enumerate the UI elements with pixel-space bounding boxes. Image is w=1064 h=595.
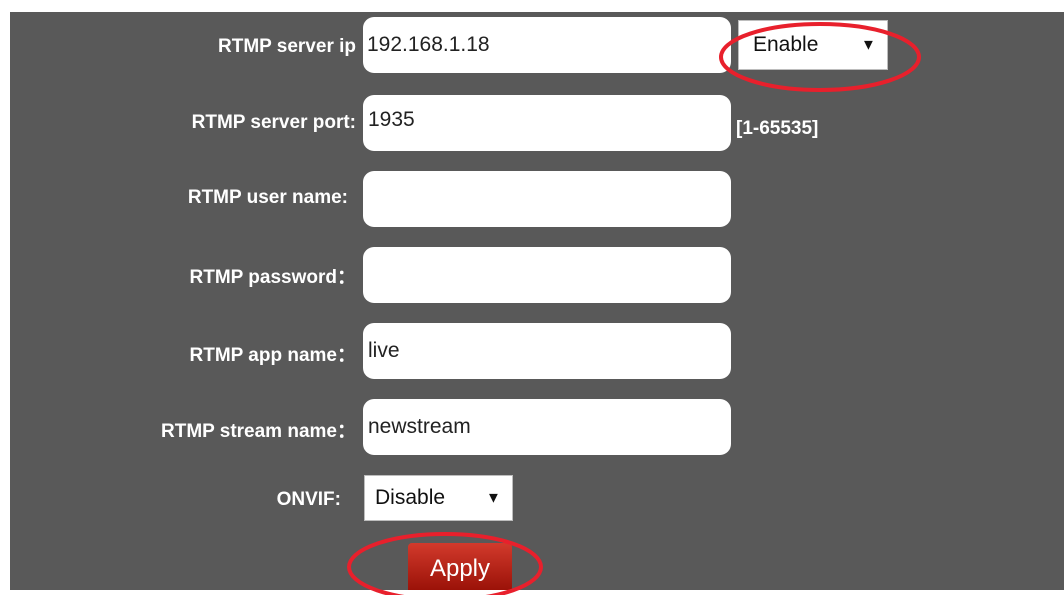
rtmp-enable-select[interactable]: Enable ▼ [738, 20, 888, 70]
rtmp-password-input[interactable] [363, 247, 731, 303]
rtmp-app-name-input[interactable]: live [363, 323, 731, 379]
onvif-label: ONVIF: [276, 489, 341, 510]
chevron-down-icon: ▼ [486, 489, 501, 507]
chevron-down-icon: ▼ [861, 36, 876, 54]
rtmp-user-name-label: RTMP user name: [187, 187, 348, 208]
rtmp-server-ip-input[interactable]: 192.168.1.18 [363, 17, 731, 73]
rtmp-server-ip-label: RTMP server ip [218, 36, 356, 57]
rtmp-app-name-label: RTMP app name： [189, 345, 356, 366]
port-range-hint: [1-65535] [736, 118, 819, 139]
rtmp-stream-name-input[interactable]: newstream [363, 399, 731, 455]
rtmp-server-port-input[interactable]: 1935 [363, 95, 731, 151]
rtmp-settings-panel: RTMP server ip 192.168.1.18 Enable ▼ RTM… [10, 12, 1064, 595]
apply-button[interactable]: Apply [408, 543, 512, 590]
onvif-select[interactable]: Disable ▼ [364, 475, 513, 521]
rtmp-stream-name-label: RTMP stream name： [161, 421, 356, 442]
rtmp-enable-select-value: Enable [753, 33, 819, 56]
rtmp-password-label: RTMP password： [189, 267, 356, 288]
onvif-select-value: Disable [375, 486, 446, 509]
rtmp-user-name-input[interactable] [363, 171, 731, 227]
rtmp-server-port-label: RTMP server port: [191, 112, 356, 133]
